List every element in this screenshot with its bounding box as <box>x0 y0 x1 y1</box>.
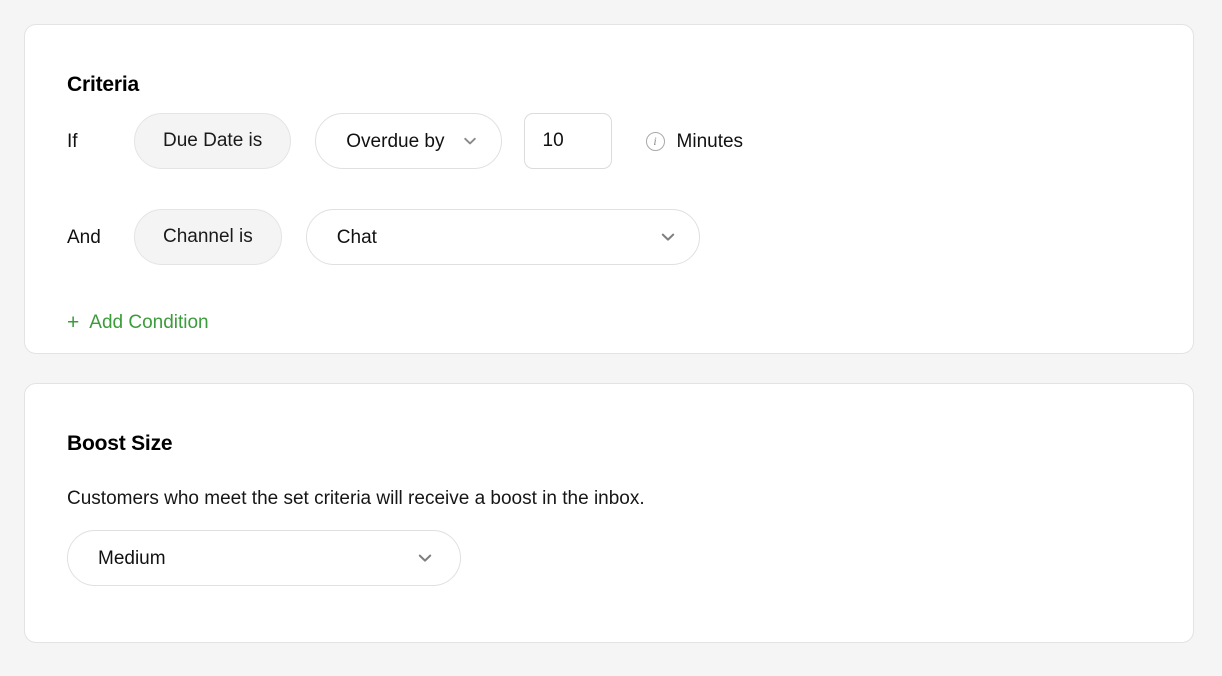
condition-channel-value: Chat <box>336 226 377 248</box>
add-condition-label: Add Condition <box>89 312 209 333</box>
condition-conjunction-label: And <box>67 226 101 248</box>
condition-row: If Due Date is Overdue by i Minutes <box>67 113 743 169</box>
condition-field-pill-channel: Channel is <box>134 209 282 265</box>
info-circle-icon[interactable]: i <box>645 131 665 151</box>
boost-size-description: Customers who meet the set criteria will… <box>67 488 645 509</box>
condition-conjunction-label: If <box>67 130 78 152</box>
chevron-down-icon <box>657 226 679 248</box>
condition-channel-dropdown[interactable]: Chat <box>305 209 700 265</box>
condition-operator-value: Overdue by <box>346 130 445 152</box>
boost-size-value: Medium <box>98 547 166 569</box>
condition-value-input[interactable] <box>523 113 612 169</box>
plus-icon: + <box>67 311 80 334</box>
criteria-card: Criteria If Due Date is Overdue by i Min… <box>24 24 1194 354</box>
chevron-down-icon <box>459 130 481 152</box>
criteria-title: Criteria <box>67 73 139 97</box>
condition-field-pill-due-date: Due Date is <box>134 113 292 169</box>
condition-unit-label: Minutes <box>676 130 744 152</box>
add-condition-button[interactable]: + Add Condition <box>67 312 209 333</box>
boost-size-dropdown[interactable]: Medium <box>67 530 461 586</box>
condition-row: And Channel is Chat <box>67 209 700 265</box>
settings-page: Criteria If Due Date is Overdue by i Min… <box>0 0 1222 676</box>
boost-size-card: Boost Size Customers who meet the set cr… <box>24 383 1194 643</box>
boost-size-dropdown-wrapper: Medium <box>67 530 461 586</box>
boost-size-title: Boost Size <box>67 432 173 456</box>
condition-operator-dropdown[interactable]: Overdue by <box>315 113 502 169</box>
chevron-down-icon <box>414 547 436 569</box>
